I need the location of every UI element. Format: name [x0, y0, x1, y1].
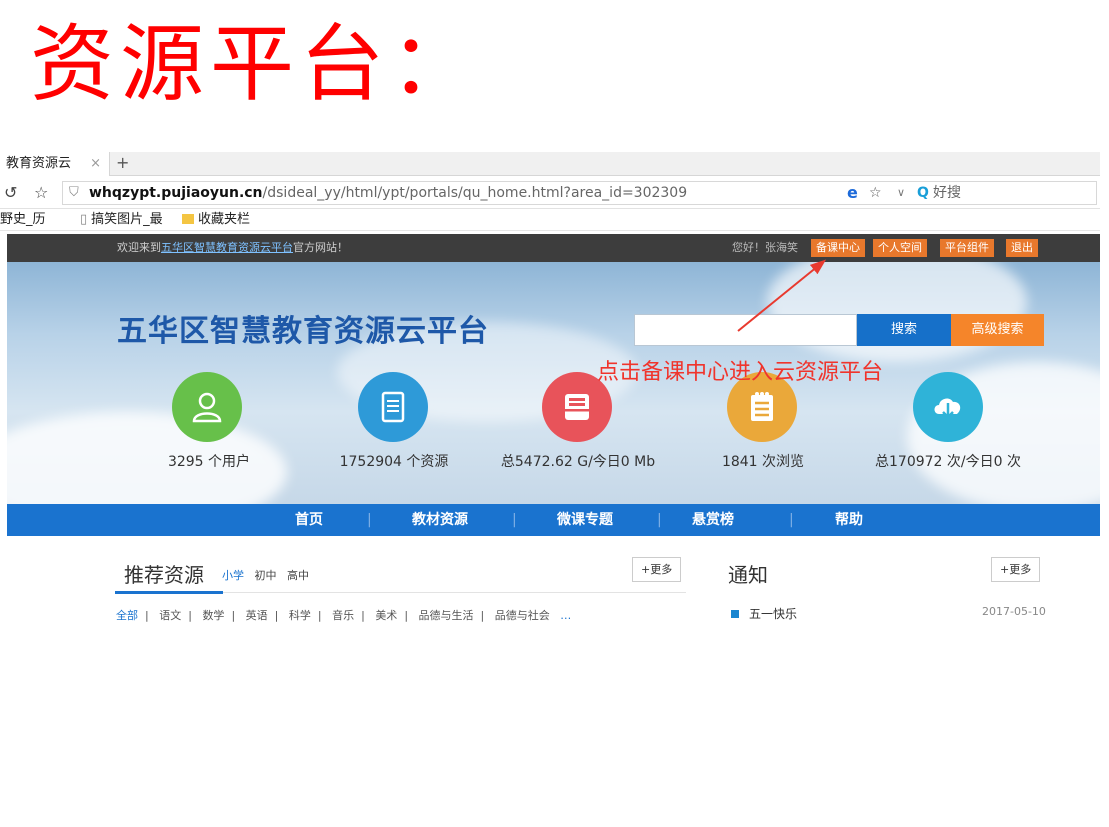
grade-filter: 小学 初中 高中 — [222, 567, 309, 583]
recommended-title: 推荐资源 — [124, 563, 204, 587]
downloads-count: 总170972 次/今日0 次 — [875, 454, 1021, 470]
subject-music[interactable]: 音乐 — [332, 609, 354, 622]
nav-home[interactable]: 首页 — [295, 504, 323, 536]
notice-more-button[interactable]: +更多 — [991, 557, 1041, 582]
main-nav: 首页 | 教材资源 | 微课专题 | 悬赏榜 | 帮助 — [7, 504, 1100, 536]
views-count: 1841 次浏览 — [721, 454, 805, 470]
notice-item[interactable]: 五一快乐 — [731, 605, 797, 622]
subject-morality-life[interactable]: 品德与生活 — [419, 609, 474, 622]
subject-science[interactable]: 科学 — [289, 609, 311, 622]
resources-count: 1752904 个资源 — [339, 454, 449, 470]
notice-date: 2017-05-10 — [982, 605, 1046, 618]
nav-help[interactable]: 帮助 — [835, 504, 863, 536]
subject-chinese[interactable]: 语文 — [159, 609, 181, 622]
subjects-more[interactable]: … — [560, 609, 571, 622]
grade-high[interactable]: 高中 — [287, 569, 309, 582]
grade-middle[interactable]: 初中 — [255, 569, 277, 582]
users-count: 3295 个用户 — [167, 454, 251, 470]
subject-math[interactable]: 数学 — [202, 609, 224, 622]
annotation-text: 点击备课中心进入云资源平台 — [597, 360, 884, 385]
content-area: 推荐资源 小学 初中 高中 +更多 全部 | 语文 | 数学 | 英语 | 科学… — [0, 555, 1109, 635]
subject-english[interactable]: 英语 — [246, 609, 268, 622]
subject-filter: 全部 | 语文 | 数学 | 英语 | 科学 | 音乐 | 美术 | 品德与生活… — [116, 609, 572, 622]
nav-bounty-board[interactable]: 悬赏榜 — [692, 504, 734, 536]
annotation-arrow — [737, 259, 827, 332]
notice-title: 通知 — [728, 563, 768, 587]
nav-micro-courses[interactable]: 微课专题 — [557, 504, 613, 536]
grade-primary[interactable]: 小学 — [222, 569, 244, 582]
bullet-icon — [731, 610, 739, 618]
subject-art[interactable]: 美术 — [375, 609, 397, 622]
subject-all[interactable]: 全部 — [116, 609, 138, 622]
storage-stats: 总5472.62 G/今日0 Mb — [500, 454, 656, 470]
recommended-more-button[interactable]: +更多 — [632, 557, 682, 582]
subject-morality-society[interactable]: 品德与社会 — [495, 609, 550, 622]
nav-textbook-resources[interactable]: 教材资源 — [412, 504, 468, 536]
